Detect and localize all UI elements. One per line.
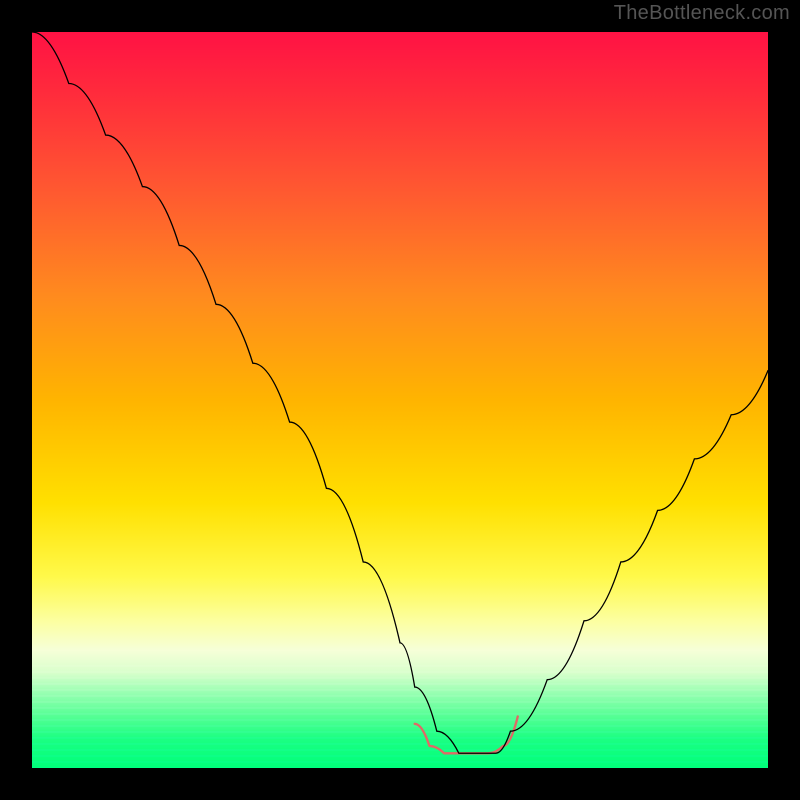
chart-frame: TheBottleneck.com — [0, 0, 800, 800]
curve-layer — [32, 32, 768, 768]
watermark-text: TheBottleneck.com — [614, 2, 790, 25]
plot-area — [32, 32, 768, 768]
bottleneck-curve-path — [32, 32, 768, 753]
